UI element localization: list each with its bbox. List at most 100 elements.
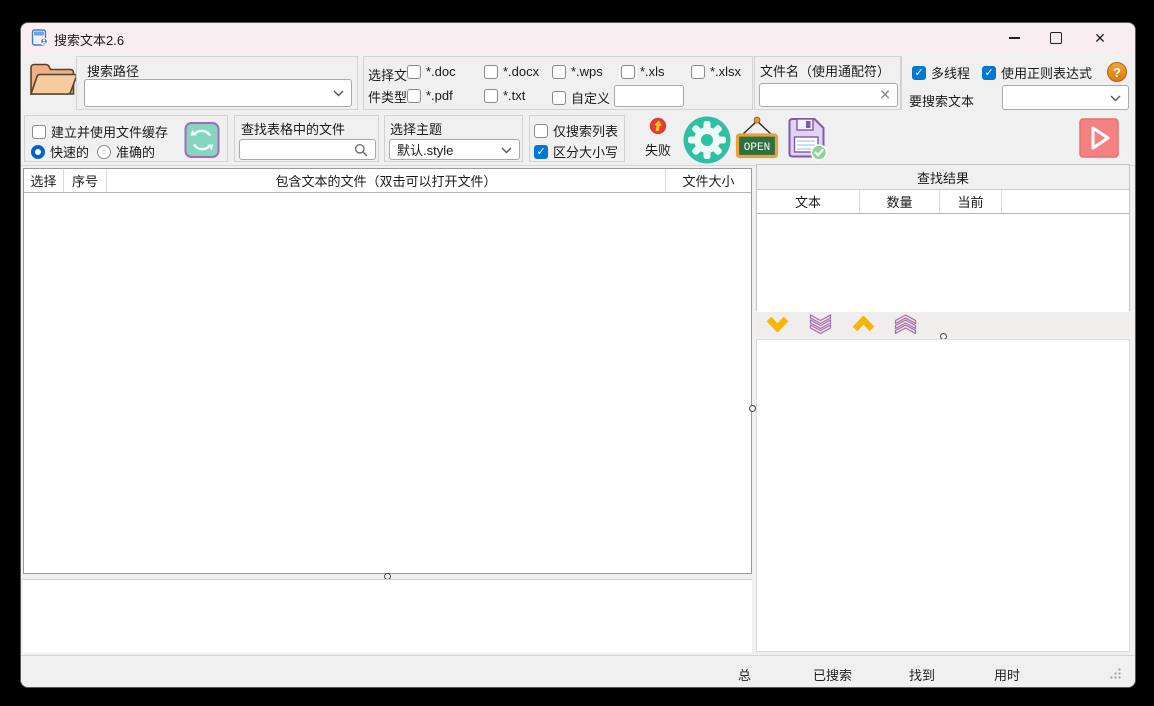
find-in-table-group: 查找表格中的文件 xyxy=(234,115,379,162)
filetype-pdf-checkbox[interactable]: *.pdf xyxy=(407,88,453,103)
clear-icon[interactable]: ✕ xyxy=(879,87,891,104)
checkbox-box[interactable] xyxy=(621,65,635,79)
checkbox-box[interactable] xyxy=(552,91,566,105)
column-header-file[interactable]: 包含文本的文件（双击可以打开文件） xyxy=(107,169,666,192)
chevron-down-icon xyxy=(1110,95,1121,102)
play-icon xyxy=(1079,118,1119,158)
app-window: 搜索文本2.6 ✕ 搜索路径 xyxy=(20,22,1136,688)
search-path-label: 搜索路径 xyxy=(87,61,139,80)
triple-chevron-down-icon xyxy=(808,314,833,334)
chevron-down-icon xyxy=(333,90,344,97)
column-header-extra[interactable] xyxy=(1002,190,1129,213)
maximize-button[interactable] xyxy=(1039,23,1073,53)
theme-combo[interactable]: 默认.style xyxy=(389,139,520,160)
checkbox-box[interactable] xyxy=(534,145,548,159)
status-found-label: 找到 xyxy=(909,665,935,684)
checkbox-label: *.xlsx xyxy=(710,64,741,79)
checkbox-box[interactable] xyxy=(484,89,498,103)
chevron-down-gold-icon xyxy=(765,316,790,332)
search-options-group: 多线程 使用正则表达式 ? 要搜索文本 xyxy=(901,56,1132,110)
minimize-button[interactable] xyxy=(997,23,1031,53)
filetype-xlsx-checkbox[interactable]: *.xlsx xyxy=(691,64,741,79)
fail-icon xyxy=(649,117,667,135)
multithread-checkbox[interactable]: 多线程 xyxy=(912,63,970,82)
checkbox-box[interactable] xyxy=(32,125,46,139)
checkbox-box[interactable] xyxy=(982,66,996,80)
filetype-custom-checkbox[interactable]: 自定义 xyxy=(552,88,610,107)
open-results-button[interactable]: OPEN xyxy=(733,115,781,161)
files-table-body[interactable] xyxy=(24,193,751,574)
column-header-select[interactable]: 选择 xyxy=(24,169,64,192)
column-header-filesize[interactable]: 文件大小 xyxy=(666,169,751,192)
results-title: 查找结果 xyxy=(757,165,1129,190)
column-header-index[interactable]: 序号 xyxy=(64,169,107,192)
filetype-doc-checkbox[interactable]: *.doc xyxy=(407,64,456,79)
chevron-down-icon xyxy=(501,147,512,154)
find-in-table-label: 查找表格中的文件 xyxy=(241,119,345,138)
next-result-button[interactable] xyxy=(764,314,791,333)
folder-icon xyxy=(28,59,78,99)
help-button[interactable]: ? xyxy=(1107,62,1127,82)
result-detail-panel[interactable] xyxy=(756,339,1130,652)
checkbox-label: 建立并使用文件缓存 xyxy=(51,122,168,141)
checkbox-label: *.wps xyxy=(571,64,603,79)
filetype-wps-checkbox[interactable]: *.wps xyxy=(552,64,603,79)
list-case-group: 仅搜索列表 区分大小写 xyxy=(529,115,625,162)
checkbox-box[interactable] xyxy=(552,65,566,79)
toolbar-row-1: 搜索路径 选择文 件类型 *.doc *.docx *.wps xyxy=(21,53,1135,113)
column-header-count[interactable]: 数量 xyxy=(860,190,940,213)
radio-label: 快速的 xyxy=(50,142,89,161)
mode-accurate-radio[interactable]: 准确的 xyxy=(97,142,155,161)
minimize-icon xyxy=(1009,37,1020,39)
close-button[interactable]: ✕ xyxy=(1083,23,1117,53)
regex-checkbox[interactable]: 使用正则表达式 xyxy=(982,63,1092,82)
status-total-label: 总 xyxy=(738,665,751,684)
radio-circle[interactable] xyxy=(97,145,111,159)
search-text-label: 要搜索文本 xyxy=(909,91,974,110)
file-cache-checkbox[interactable]: 建立并使用文件缓存 xyxy=(32,122,168,141)
search-path-combo[interactable] xyxy=(84,79,352,107)
cache-mode-group: 建立并使用文件缓存 快速的 准确的 xyxy=(24,115,228,162)
refresh-icon xyxy=(184,121,220,159)
radio-label: 准确的 xyxy=(116,142,155,161)
resize-grip-icon[interactable] xyxy=(1109,668,1121,680)
search-list-only-checkbox[interactable]: 仅搜索列表 xyxy=(534,121,618,140)
checkbox-box[interactable] xyxy=(407,89,421,103)
custom-filetype-input[interactable] xyxy=(614,85,684,107)
fail-label: 失败 xyxy=(637,140,679,159)
theme-label: 选择主题 xyxy=(390,119,442,138)
checkbox-box[interactable] xyxy=(691,65,705,79)
case-sensitive-checkbox[interactable]: 区分大小写 xyxy=(534,142,618,161)
vertical-splitter-handle[interactable] xyxy=(749,405,756,412)
status-bar: 总 已搜索 找到 用时 xyxy=(21,655,1135,688)
browse-folder-button[interactable] xyxy=(27,58,79,100)
column-header-current[interactable]: 当前 xyxy=(940,190,1002,213)
start-search-button[interactable] xyxy=(1079,118,1119,158)
filename-input[interactable]: ✕ xyxy=(759,83,898,107)
save-results-button[interactable] xyxy=(784,114,830,162)
open-sign-icon: OPEN xyxy=(734,116,780,160)
file-types-label-line2: 件类型 xyxy=(368,87,407,106)
filetype-txt-checkbox[interactable]: *.txt xyxy=(484,88,525,103)
filetype-xls-checkbox[interactable]: *.xls xyxy=(621,64,665,79)
find-in-table-input[interactable] xyxy=(239,139,376,160)
checkbox-box[interactable] xyxy=(534,124,548,138)
title-bar: 搜索文本2.6 ✕ xyxy=(21,23,1135,54)
refresh-cache-button[interactable] xyxy=(183,120,221,159)
checkbox-box[interactable] xyxy=(407,65,421,79)
desktop: { "window": { "title": "搜索文本2.6" }, "ico… xyxy=(0,0,1154,706)
filetype-docx-checkbox[interactable]: *.docx xyxy=(484,64,539,79)
column-header-text[interactable]: 文本 xyxy=(757,190,860,213)
last-result-button[interactable] xyxy=(807,314,834,333)
results-table-body[interactable] xyxy=(757,214,1129,312)
preview-panel[interactable] xyxy=(23,579,752,653)
checkbox-box[interactable] xyxy=(912,66,926,80)
checkbox-box[interactable] xyxy=(484,65,498,79)
search-text-combo[interactable] xyxy=(1002,85,1129,110)
settings-button[interactable] xyxy=(682,115,732,165)
previous-result-button[interactable] xyxy=(850,314,877,333)
mode-fast-radio[interactable]: 快速的 xyxy=(31,142,89,161)
first-result-button[interactable] xyxy=(892,314,919,333)
file-types-label-line1: 选择文 xyxy=(368,65,407,84)
radio-circle[interactable] xyxy=(31,145,45,159)
